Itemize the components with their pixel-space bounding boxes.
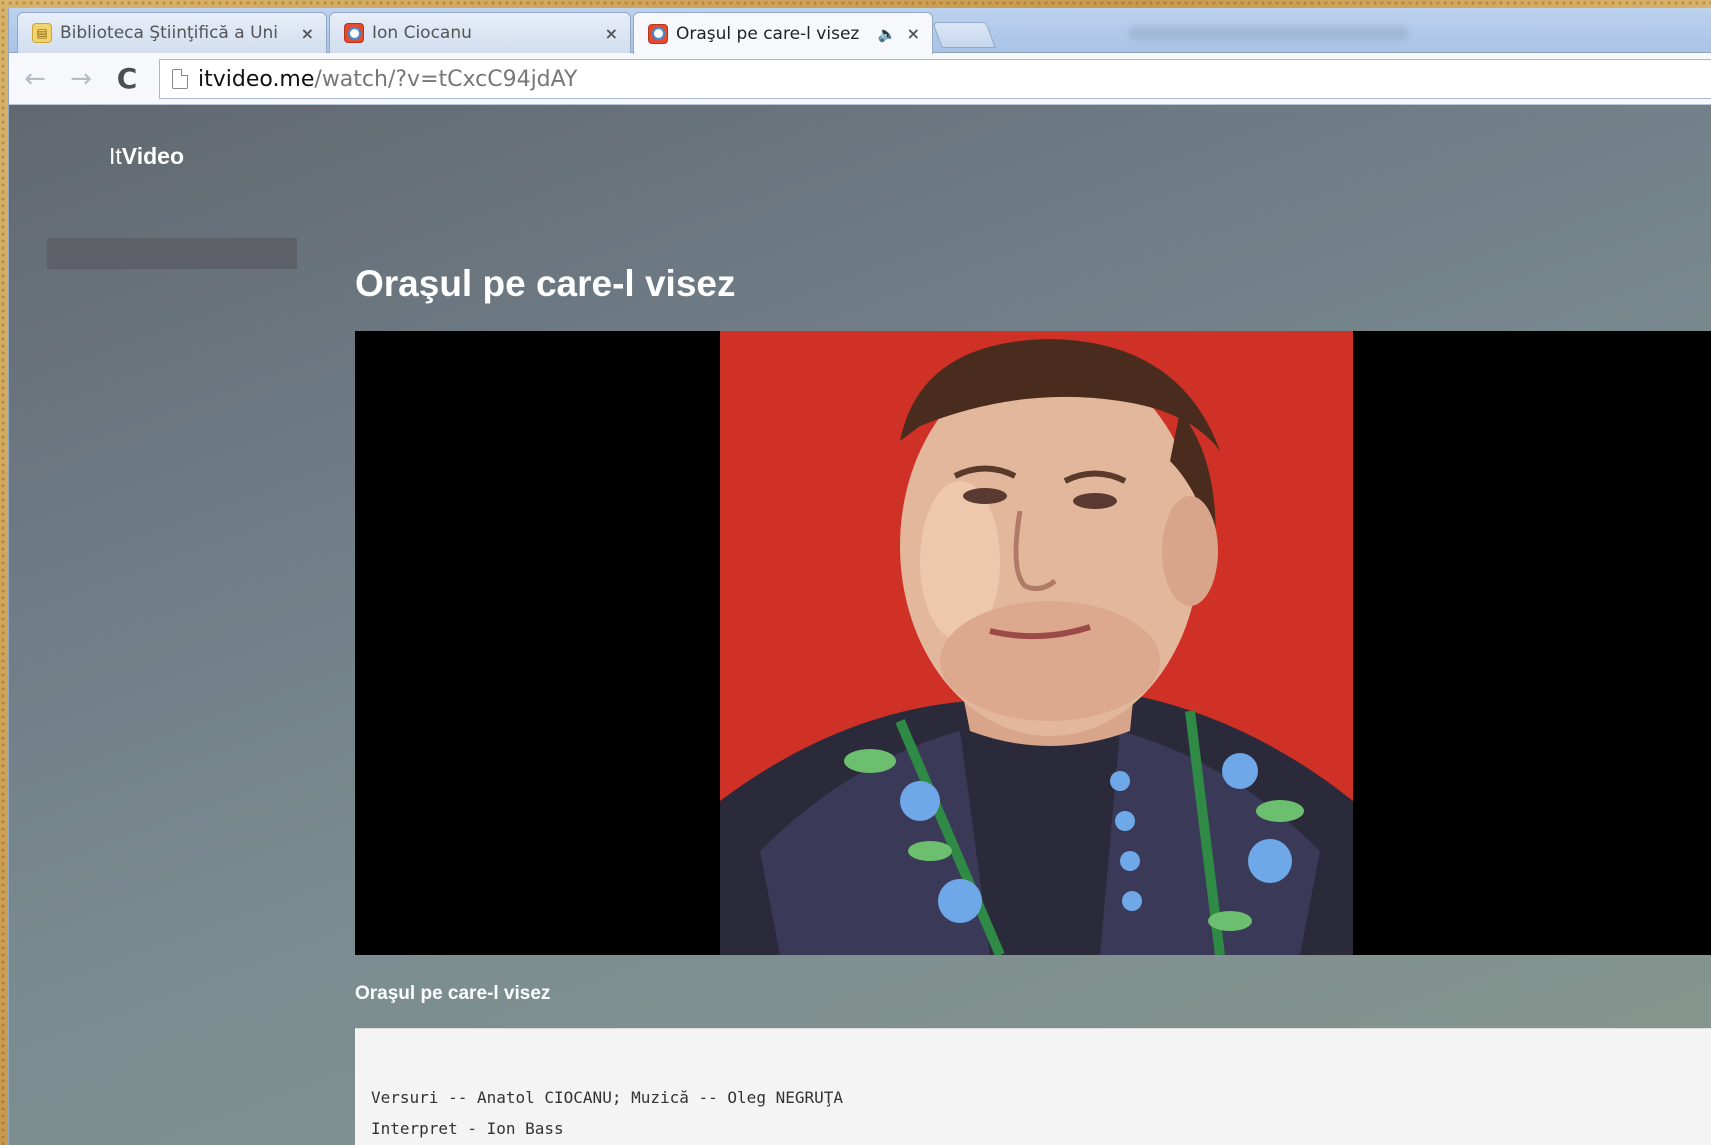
browser-toolbar: ← → C itvideo.me/watch/?v=tCxcC94jdAY bbox=[9, 53, 1711, 105]
page-icon bbox=[172, 69, 188, 89]
tab-ion-ciocanu[interactable]: Ion Ciocanu × bbox=[329, 12, 631, 53]
sidebar-search-bar[interactable] bbox=[47, 238, 297, 269]
singer-portrait bbox=[720, 331, 1353, 955]
tab-strip: ▤ Biblioteca Ştiinţifică a Uni × Ion Cio… bbox=[9, 8, 1711, 54]
url-host: itvideo.me bbox=[198, 66, 315, 92]
site-logo[interactable]: ItVideo bbox=[109, 143, 184, 170]
logo-part-1: It bbox=[109, 143, 122, 169]
close-tab-icon[interactable]: × bbox=[907, 24, 920, 43]
speaker-icon[interactable]: 🔈 bbox=[878, 25, 897, 43]
itvideo-favicon-icon bbox=[344, 23, 364, 43]
description-line: Interpret - Ion Bass bbox=[371, 1119, 564, 1138]
reload-button[interactable]: C bbox=[107, 59, 147, 99]
video-caption: Oraşul pe care-l visez bbox=[355, 983, 551, 1004]
book-icon: ▤ bbox=[32, 23, 52, 43]
window-title-blurred bbox=[1129, 26, 1409, 40]
back-button[interactable]: ← bbox=[15, 59, 55, 99]
address-bar[interactable]: itvideo.me/watch/?v=tCxcC94jdAY bbox=[159, 59, 1711, 99]
description-line: Versuri -- Anatol CIOCANU; Muzică -- Ole… bbox=[371, 1088, 844, 1107]
logo-part-2: Video bbox=[121, 143, 184, 169]
tab-biblioteca[interactable]: ▤ Biblioteca Ştiinţifică a Uni × bbox=[17, 12, 327, 53]
close-tab-icon[interactable]: × bbox=[605, 24, 618, 43]
video-player[interactable] bbox=[355, 331, 1711, 955]
video-thumbnail bbox=[720, 331, 1353, 955]
page-content: ItVideo Oraşul pe care-l visez Oraşul pe… bbox=[9, 105, 1711, 1145]
tab-title: Oraşul pe care-l visez bbox=[676, 23, 860, 44]
itvideo-favicon-icon bbox=[648, 23, 668, 44]
forward-button[interactable]: → bbox=[61, 59, 101, 99]
tab-title: Biblioteca Ştiinţifică a Uni bbox=[60, 23, 279, 43]
page-title: Oraşul pe care-l visez bbox=[355, 263, 736, 304]
browser-window: ▤ Biblioteca Ştiinţifică a Uni × Ion Cio… bbox=[8, 8, 1711, 1145]
url-path: /watch/?v=tCxcC94jdAY bbox=[314, 66, 578, 92]
new-tab-button[interactable] bbox=[932, 22, 996, 48]
tab-orasul[interactable]: Oraşul pe care-l visez 🔈 × bbox=[633, 12, 933, 54]
close-tab-icon[interactable]: × bbox=[301, 24, 314, 43]
tab-title: Ion Ciocanu bbox=[372, 23, 472, 43]
video-description: Versuri -- Anatol CIOCANU; Muzică -- Ole… bbox=[355, 1028, 1711, 1145]
